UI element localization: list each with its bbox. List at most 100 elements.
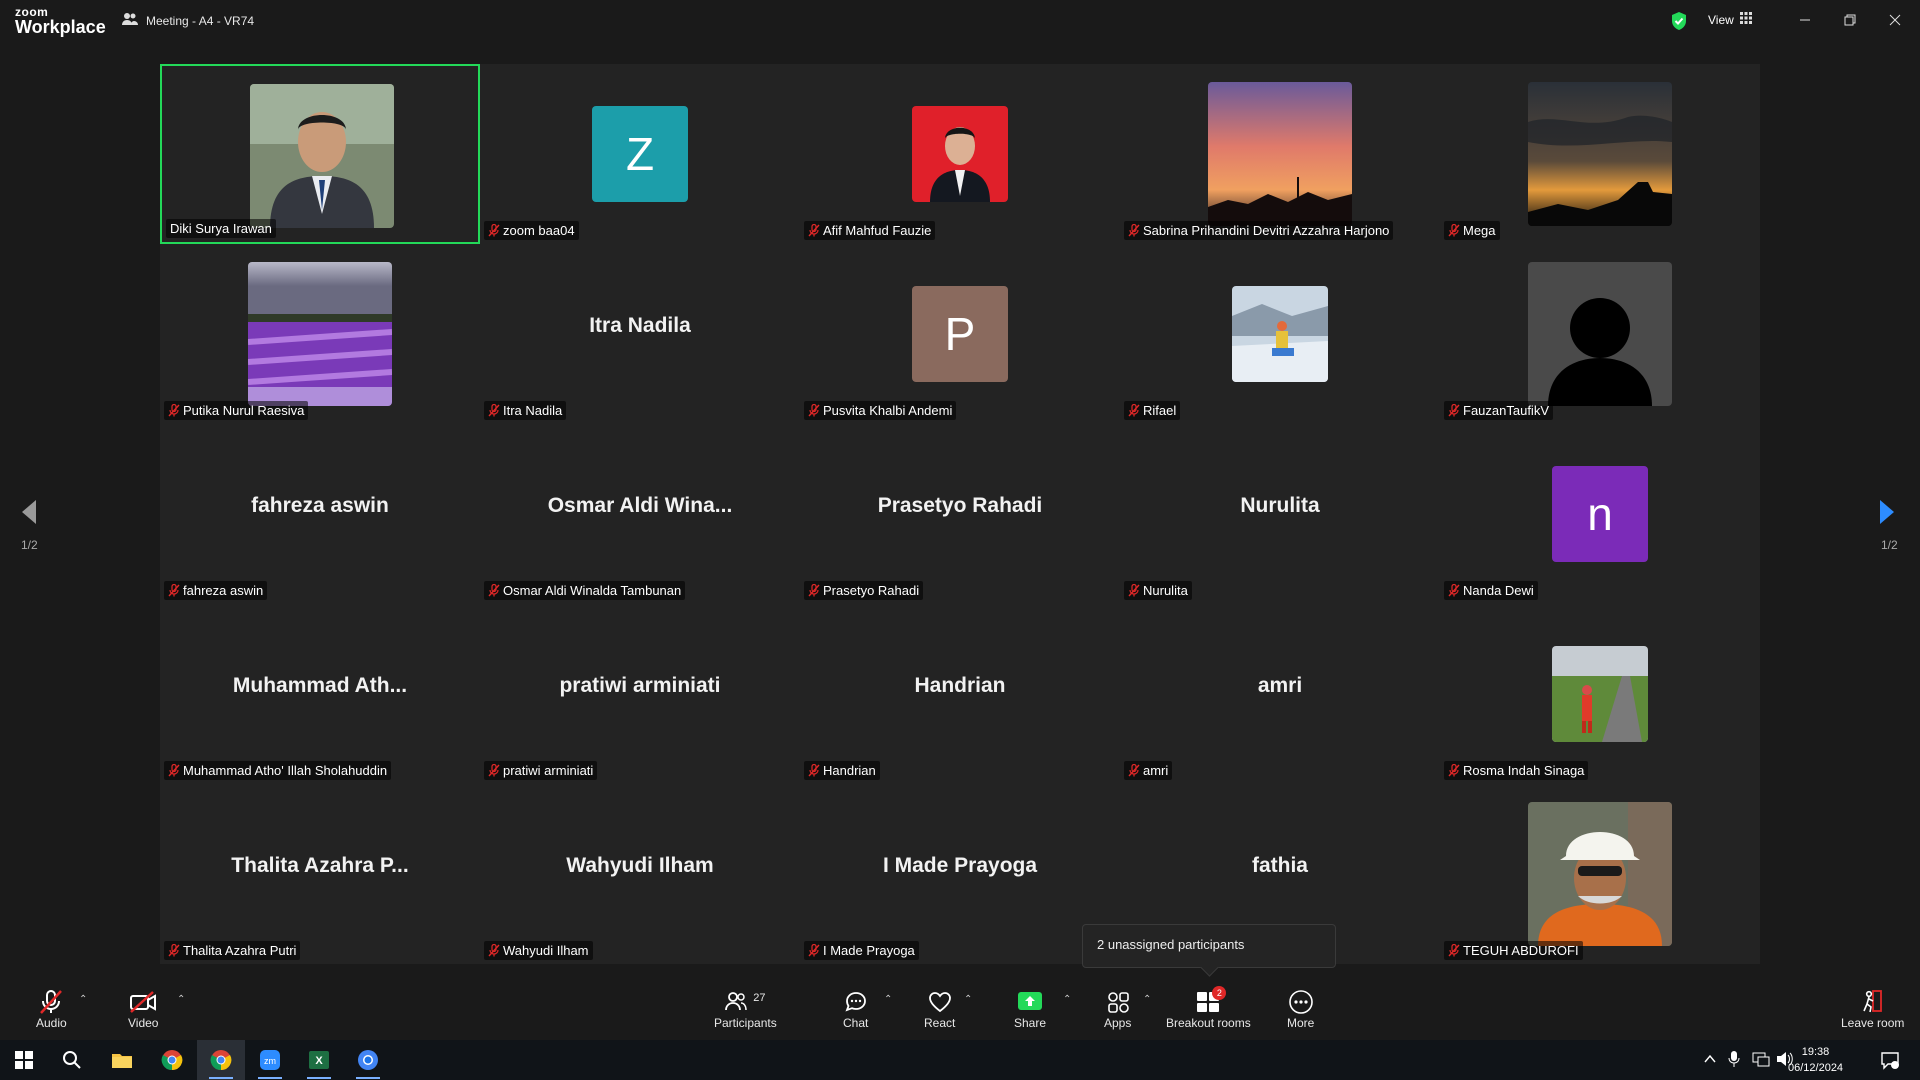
zoom-taskbar-icon[interactable]: zm — [246, 1040, 294, 1080]
breakout-rooms-button[interactable]: 2 Breakout rooms — [1166, 986, 1251, 1030]
participants-button[interactable]: 27 Participants — [714, 988, 777, 1030]
participant-tile[interactable]: Osmar Aldi Wina... Osmar Aldi Winalda Tam… — [480, 424, 800, 604]
participant-name: Sabrina Prihandini Devitri Azzahra Harjo… — [1143, 223, 1390, 238]
previous-page-icon[interactable] — [18, 498, 38, 531]
file-explorer-icon[interactable] — [98, 1040, 146, 1080]
participant-tile[interactable]: Thalita Azahra P... Thalita Azahra Putri — [160, 784, 480, 964]
participant-tile[interactable]: Afif Mahfud Fauzie — [800, 64, 1120, 244]
logo-line2: Workplace — [15, 17, 106, 37]
chat-button[interactable]: Chat — [843, 988, 868, 1030]
microphone-tray-icon[interactable] — [1728, 1050, 1740, 1073]
audio-button[interactable]: Audio — [36, 988, 67, 1030]
tray-chevron-icon[interactable] — [1704, 1052, 1716, 1070]
participant-display-name: I Made Prayoga — [882, 854, 1038, 877]
avatar — [1528, 262, 1672, 406]
participant-tile[interactable]: Nurulita Nurulita — [1120, 424, 1440, 604]
participant-name: fahreza aswin — [183, 583, 264, 598]
more-label: More — [1287, 1016, 1315, 1030]
participant-tile[interactable]: Zzoom baa04 — [480, 64, 800, 244]
participant-name: amri — [1143, 763, 1169, 778]
more-button[interactable]: More — [1287, 988, 1314, 1030]
participant-name: Thalita Azahra Putri — [183, 943, 297, 958]
breakout-rooms-icon: 2 — [1196, 986, 1227, 1016]
participant-tile[interactable]: Rifael — [1120, 244, 1440, 424]
participant-name: Nurulita — [1143, 583, 1188, 598]
network-icon[interactable] — [1752, 1051, 1770, 1072]
mic-muted-icon — [1128, 764, 1140, 777]
mic-muted-icon — [808, 224, 820, 237]
share-button[interactable]: Share — [1014, 988, 1046, 1030]
mic-muted-icon — [1448, 404, 1460, 417]
clock[interactable]: 19:38 06/12/2024 — [1788, 1044, 1843, 1076]
participant-name-label: Prasetyo Rahadi — [804, 581, 924, 600]
participant-tile[interactable]: Diki Surya Irawan — [160, 64, 480, 244]
participant-tile[interactable]: TEGUH ABDUROFI — [1440, 784, 1760, 964]
chrome-profile-icon[interactable] — [344, 1040, 392, 1080]
share-options-chevron-icon[interactable]: ⌃ — [1063, 994, 1071, 1005]
encryption-shield-icon[interactable] — [1670, 11, 1688, 36]
search-icon[interactable] — [48, 1040, 96, 1080]
avatar-initial: P — [912, 286, 1008, 382]
react-button[interactable]: React — [924, 988, 955, 1030]
participant-name-label: Afif Mahfud Fauzie — [804, 221, 936, 240]
participant-tile[interactable]: fahreza aswin fahreza aswin — [160, 424, 480, 604]
participant-name-label: FauzanTaufikV — [1444, 401, 1553, 420]
participant-name: Rifael — [1143, 403, 1177, 418]
mic-muted-icon — [488, 944, 500, 957]
react-options-chevron-icon[interactable]: ⌃ — [964, 994, 972, 1005]
participant-tile[interactable]: P Pusvita Khalbi Andemi — [800, 244, 1120, 424]
participant-tile[interactable]: amri amri — [1120, 604, 1440, 784]
mic-muted-icon — [808, 584, 820, 597]
participant-tile[interactable]: FauzanTaufikV — [1440, 244, 1760, 424]
participant-name: Itra Nadila — [503, 403, 563, 418]
video-label: Video — [128, 1016, 159, 1030]
participant-tile[interactable]: Rosma Indah Sinaga — [1440, 604, 1760, 784]
meeting-people-icon — [122, 12, 138, 29]
participant-tile[interactable]: Prasetyo Rahadi Prasetyo Rahadi — [800, 424, 1120, 604]
view-button[interactable]: View — [1708, 12, 1752, 27]
participant-name-label: Pusvita Khalbi Andemi — [804, 401, 957, 420]
participant-tile[interactable]: Wahyudi Ilham Wahyudi Ilham — [480, 784, 800, 964]
participant-tile[interactable]: Muhammad Ath... Muhammad Atho' Illah Shol… — [160, 604, 480, 784]
minimize-icon[interactable] — [1795, 10, 1815, 30]
participant-tile[interactable]: I Made Prayoga I Made Prayoga — [800, 784, 1120, 964]
participant-tile[interactable]: Putika Nurul Raesiva — [160, 244, 480, 424]
leave-room-button[interactable]: Leave room — [1841, 988, 1904, 1030]
participant-name-label: Mega — [1444, 221, 1500, 240]
participant-tile[interactable]: n Nanda Dewi — [1440, 424, 1760, 604]
close-icon[interactable] — [1885, 10, 1905, 30]
participant-display-name: pratiwi arminiati — [559, 674, 721, 697]
apps-icon — [1106, 988, 1130, 1016]
chrome-icon[interactable] — [148, 1040, 196, 1080]
apps-button[interactable]: Apps — [1104, 988, 1131, 1030]
next-page-icon[interactable] — [1878, 498, 1898, 531]
video-options-chevron-icon[interactable]: ⌃ — [177, 994, 185, 1005]
title-bar: zoom Workplace Meeting - A4 - VR74 View — [0, 0, 1920, 44]
audio-options-chevron-icon[interactable]: ⌃ — [79, 994, 87, 1005]
participant-name-label: Rosma Indah Sinaga — [1444, 761, 1589, 780]
notification-icon[interactable] — [1880, 1050, 1900, 1075]
participant-name-label: Osmar Aldi Winalda Tambunan — [484, 581, 686, 600]
mic-muted-icon — [488, 224, 500, 237]
chat-options-chevron-icon[interactable]: ⌃ — [884, 994, 892, 1005]
participant-tile[interactable]: Mega — [1440, 64, 1760, 244]
excel-icon[interactable]: X — [295, 1040, 343, 1080]
meeting-title: Meeting - A4 - VR74 — [146, 13, 255, 28]
apps-options-chevron-icon[interactable]: ⌃ — [1143, 994, 1151, 1005]
participant-tile[interactable]: pratiwi arminiati pratiwi arminiati — [480, 604, 800, 784]
heart-icon — [928, 988, 952, 1016]
restore-icon[interactable] — [1840, 10, 1860, 30]
participant-tile[interactable]: Itra Nadila Itra Nadila — [480, 244, 800, 424]
chrome-open-icon[interactable] — [197, 1040, 245, 1080]
video-button[interactable]: Video — [128, 988, 158, 1030]
windows-start-icon[interactable] — [0, 1040, 48, 1080]
clock-time: 19:38 — [1801, 1046, 1830, 1058]
unassigned-text: 2 unassigned participants — [1097, 937, 1245, 952]
participant-tile[interactable]: Handrian Handrian — [800, 604, 1120, 784]
clock-date: 06/12/2024 — [1788, 1062, 1844, 1074]
participant-name-label: pratiwi arminiati — [484, 761, 598, 780]
meeting-info[interactable]: Meeting - A4 - VR74 — [122, 12, 254, 29]
participant-tile[interactable]: Sabrina Prihandini Devitri Azzahra Harjo… — [1120, 64, 1440, 244]
participant-name: Wahyudi Ilham — [503, 943, 589, 958]
share-label: Share — [1014, 1016, 1047, 1030]
